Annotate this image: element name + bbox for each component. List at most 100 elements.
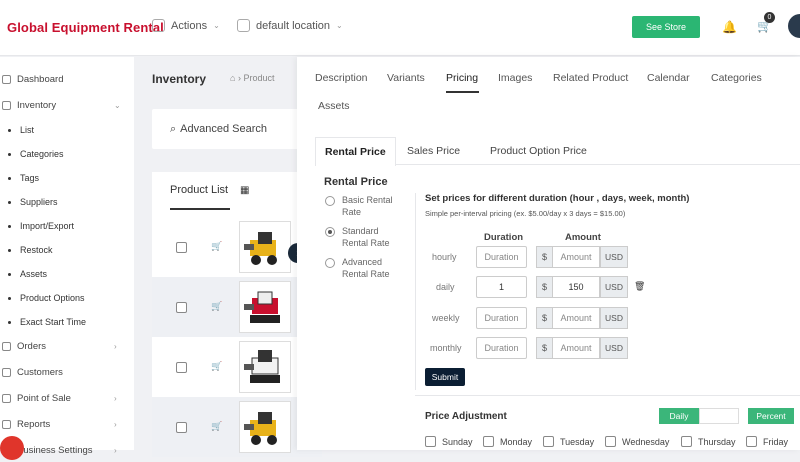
brand-logo[interactable]: Global Equipment Rental (7, 20, 164, 35)
sidebar-subitem-restock[interactable]: Restock (0, 238, 134, 262)
sidebar-subitem-list[interactable]: List (0, 118, 134, 142)
location-dropdown[interactable]: default location ⌄ (237, 19, 343, 32)
weekly-duration-input[interactable]: Duration (476, 307, 527, 329)
cart-add-icon[interactable]: 🛒 (211, 241, 222, 252)
tab-variants[interactable]: Variants (387, 72, 425, 84)
sidebar-subitem-label: Exact Start Time (20, 317, 87, 327)
page-title: Inventory (152, 72, 207, 86)
sidebar-item-point-of-sale[interactable]: Point of Sale › (0, 386, 134, 410)
row-checkbox[interactable] (176, 422, 187, 433)
tab-assets[interactable]: Assets (318, 100, 350, 112)
subtab-product-option-price[interactable]: Product Option Price (481, 137, 596, 165)
actions-dropdown[interactable]: Actions ⌄ (152, 19, 220, 32)
skid-steer-image (244, 232, 277, 265)
day-checkbox-tuesday[interactable]: Tuesday (543, 436, 594, 447)
radio-standard-rental-rate[interactable] (325, 227, 335, 237)
pricing-subtabs: Rental Price Sales Price Product Option … (315, 137, 800, 166)
sidebar-subitem-exact-start-time[interactable]: Exact Start Time (0, 310, 134, 334)
sidebar-subitem-assets[interactable]: Assets (0, 262, 134, 286)
row-checkbox[interactable] (176, 242, 187, 253)
sidebar-subitem-suppliers[interactable]: Suppliers (0, 190, 134, 214)
sidebar-subitem-label: Categories (20, 149, 64, 159)
breadcrumb-item[interactable]: Product (243, 73, 274, 83)
tab-images[interactable]: Images (498, 72, 532, 84)
checkbox[interactable] (681, 436, 692, 447)
day-checkbox-thursday[interactable]: Thursday (681, 436, 736, 447)
daily-amount-input[interactable]: 150 (552, 276, 600, 298)
chat-widget-button[interactable] (0, 436, 24, 460)
reports-icon (2, 419, 11, 429)
tab-categories[interactable]: Categories (711, 72, 762, 84)
chevron-right-icon: › (114, 341, 117, 351)
chevron-right-icon: › (114, 445, 117, 455)
cart-add-icon[interactable]: 🛒 (211, 361, 222, 372)
sidebar-subitem-import-export[interactable]: Import/Export (0, 214, 134, 238)
row-checkbox[interactable] (176, 302, 187, 313)
sidebar-item-dashboard[interactable]: Dashboard (0, 67, 134, 91)
day-label: Sunday (442, 436, 473, 447)
product-thumbnail[interactable] (239, 401, 291, 453)
sidebar-subitem-product-options[interactable]: Product Options (0, 286, 134, 310)
daily-toggle-off[interactable] (699, 408, 739, 424)
percent-toggle-button[interactable]: Percent (748, 408, 794, 424)
daily-toggle-button[interactable]: Daily (659, 408, 699, 424)
weekly-amount-input[interactable]: Amount (552, 307, 600, 329)
tab-description[interactable]: Description (315, 72, 368, 84)
product-thumbnail[interactable] (239, 341, 291, 393)
sidebar-subitem-label: Tags (20, 173, 40, 183)
cart-add-icon[interactable]: 🛒 (211, 301, 222, 312)
checkbox[interactable] (605, 436, 616, 447)
product-thumbnail[interactable] (239, 281, 291, 333)
hourly-duration-input[interactable]: Duration (476, 246, 527, 268)
cart-add-icon[interactable]: 🛒 (211, 421, 222, 432)
monthly-amount-input[interactable]: Amount (552, 337, 600, 359)
day-checkbox-wednesday[interactable]: Wednesday (605, 436, 669, 447)
see-store-button[interactable]: See Store (632, 16, 700, 38)
monthly-duration-input[interactable]: Duration (476, 337, 527, 359)
sidebar-subitem-label: List (20, 125, 35, 135)
calendar-icon[interactable]: ▦ (240, 185, 249, 196)
day-checkbox-monday[interactable]: Monday (483, 436, 532, 447)
sidebar-subitem-label: Import/Export (20, 221, 75, 231)
hourly-amount-input[interactable]: Amount (552, 246, 600, 268)
sidebar-item-customers[interactable]: Customers (0, 360, 134, 384)
radio-advanced-rental-rate[interactable] (325, 258, 335, 268)
product-thumbnail[interactable] (239, 221, 291, 273)
sidebar-subitem-label: Restock (20, 245, 53, 255)
currency-symbol: $ (536, 307, 552, 329)
day-checkbox-sunday[interactable]: Sunday (425, 436, 473, 447)
sidebar-subitem-categories[interactable]: Categories (0, 142, 134, 166)
home-icon[interactable]: ⌂ (230, 73, 235, 83)
tab-pricing[interactable]: Pricing (446, 72, 478, 84)
radio-label-line: Basic Rental (342, 195, 393, 205)
advanced-search-button[interactable]: ⌕ Advanced Search (152, 109, 312, 149)
daily-duration-input[interactable]: 1 (476, 276, 527, 298)
subtab-rental-price[interactable]: Rental Price (315, 137, 396, 166)
product-detail-panel: Description Variants Pricing Images Rela… (297, 57, 800, 450)
duration-column-header: Duration (484, 232, 524, 243)
checkbox[interactable] (425, 436, 436, 447)
trash-icon[interactable]: 🗑 (634, 281, 645, 292)
tab-related-product[interactable]: Related Product (553, 72, 628, 84)
row-checkbox[interactable] (176, 362, 187, 373)
radio-basic-rental-rate[interactable] (325, 196, 335, 206)
chevron-down-icon: ⌄ (114, 100, 121, 110)
checkbox[interactable] (746, 436, 757, 447)
advanced-search-label: Advanced Search (180, 123, 268, 135)
row-label-monthly: monthly (430, 343, 462, 353)
sidebar-subitem-tags[interactable]: Tags (0, 166, 134, 190)
checkbox[interactable] (543, 436, 554, 447)
sidebar-item-orders[interactable]: Orders › (0, 334, 134, 358)
sidebar-item-inventory[interactable]: Inventory ⌄ (0, 93, 134, 117)
day-checkbox-friday[interactable]: Friday (746, 436, 788, 447)
sidebar-item-label: Orders (17, 340, 47, 352)
bullet-icon (8, 200, 11, 204)
checkbox[interactable] (483, 436, 494, 447)
avatar[interactable] (788, 14, 800, 38)
sidebar-item-reports[interactable]: Reports › (0, 412, 134, 436)
subtab-sales-price[interactable]: Sales Price (398, 137, 469, 165)
submit-button[interactable]: Submit (425, 368, 465, 386)
bell-icon[interactable]: 🔔 (722, 20, 737, 34)
tab-bar: Description Variants Pricing Images Rela… (297, 57, 800, 119)
tab-calendar[interactable]: Calendar (647, 72, 690, 84)
